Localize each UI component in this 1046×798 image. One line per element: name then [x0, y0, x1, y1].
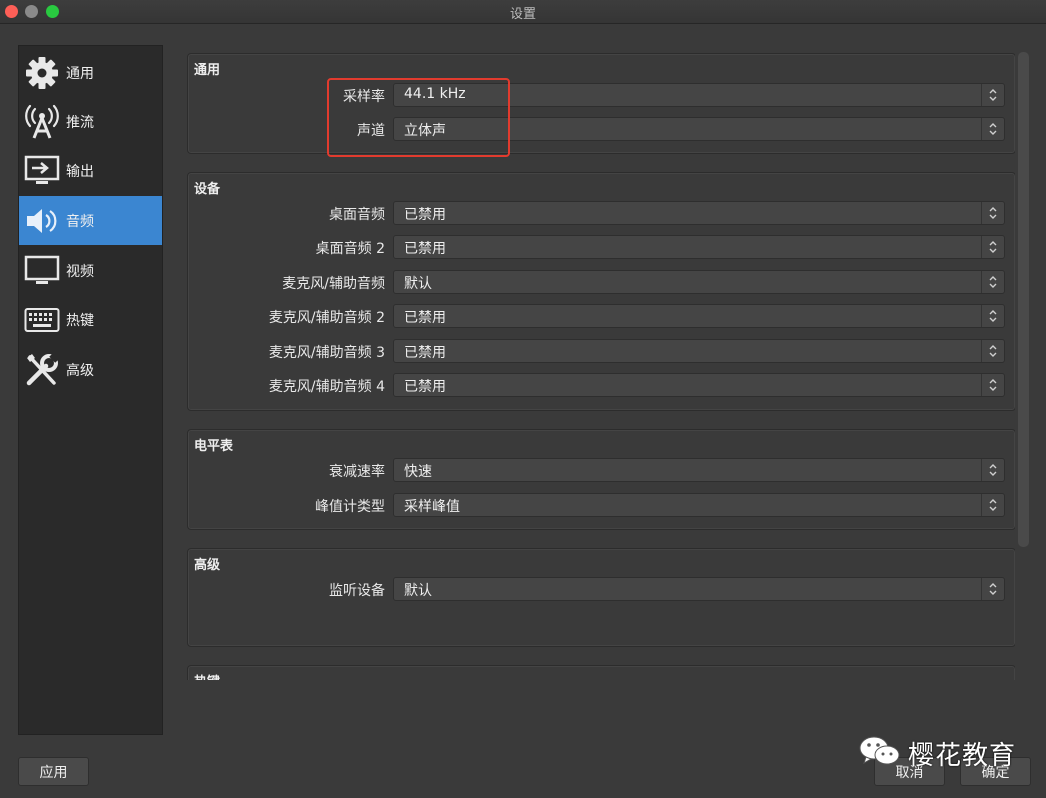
- peak-meter-type-row: 峰值计类型 采样峰值: [188, 493, 1015, 517]
- desktop-audio-2-row: 桌面音频 2 已禁用: [188, 235, 1015, 259]
- monitor-icon: [23, 252, 61, 290]
- devices-group: 设备 桌面音频 已禁用 桌面音频 2 已禁用 麦克风/辅助音频 默认 麦克风/辅…: [187, 172, 1015, 411]
- mic-aux-4-row: 麦克风/辅助音频 4 已禁用: [188, 373, 1015, 397]
- sidebar-item-label: 高级: [66, 362, 94, 379]
- mic-aux-3-row: 麦克风/辅助音频 3 已禁用: [188, 339, 1015, 363]
- general-group: 通用 采样率 44.1 kHz 声道 立体声: [187, 53, 1015, 157]
- updown-chevron-icon: [981, 494, 1004, 516]
- sidebar-item-audio[interactable]: 音频: [19, 196, 162, 245]
- updown-chevron-icon: [981, 305, 1004, 327]
- select-value: 已禁用: [404, 207, 446, 223]
- mic-aux-label: 麦克风/辅助音频: [282, 276, 385, 292]
- select-value: 快速: [404, 464, 432, 480]
- settings-sidebar: 通用 推流 输出 音频 视频 热键 高级: [18, 45, 163, 735]
- watermark-text: 樱花教育: [908, 740, 1017, 771]
- sidebar-item-label: 推流: [66, 114, 94, 131]
- desktop-audio-label: 桌面音频: [329, 207, 385, 223]
- group-title: 通用: [194, 63, 221, 78]
- mic-aux-2-select[interactable]: 已禁用: [393, 304, 1005, 328]
- decay-rate-select[interactable]: 快速: [393, 458, 1005, 482]
- select-value: 采样峰值: [404, 499, 460, 515]
- apply-button[interactable]: 应用: [18, 757, 89, 786]
- updown-chevron-icon: [981, 340, 1004, 362]
- desktop-audio-row: 桌面音频 已禁用: [188, 201, 1015, 225]
- updown-chevron-icon: [981, 84, 1004, 106]
- title-bar: 设置: [0, 0, 1046, 24]
- hotkeys-group: 热键: [187, 665, 1015, 680]
- updown-chevron-icon: [981, 459, 1004, 481]
- wechat-logo-icon: [858, 733, 902, 773]
- monitoring-device-label: 监听设备: [329, 583, 385, 599]
- updown-chevron-icon: [981, 374, 1004, 396]
- sidebar-item-advanced[interactable]: 高级: [19, 345, 162, 394]
- red-highlight-box: [327, 78, 510, 157]
- gear-icon: [23, 54, 61, 92]
- sidebar-item-output[interactable]: 输出: [19, 146, 162, 195]
- updown-chevron-icon: [981, 118, 1004, 140]
- group-title: 设备: [194, 182, 221, 197]
- mic-aux-3-label: 麦克风/辅助音频 3: [268, 345, 385, 361]
- updown-chevron-icon: [981, 271, 1004, 293]
- updown-chevron-icon: [981, 236, 1004, 258]
- meters-group: 电平表 衰减速率 快速 峰值计类型 采样峰值: [187, 429, 1015, 530]
- updown-chevron-icon: [981, 578, 1004, 600]
- sidebar-item-stream[interactable]: 推流: [19, 97, 162, 146]
- peak-meter-type-select[interactable]: 采样峰值: [393, 493, 1005, 517]
- sidebar-item-label: 通用: [66, 65, 94, 82]
- monitoring-device-row: 监听设备 默认: [188, 577, 1015, 601]
- select-value: 默认: [404, 583, 432, 599]
- select-value: 已禁用: [404, 241, 446, 257]
- speaker-icon: [23, 202, 61, 240]
- select-value: 已禁用: [404, 379, 446, 395]
- mic-aux-2-label: 麦克风/辅助音频 2: [268, 310, 385, 326]
- group-title: 高级: [194, 558, 221, 573]
- updown-chevron-icon: [981, 202, 1004, 224]
- output-monitor-icon: [23, 152, 61, 190]
- mic-aux-4-select[interactable]: 已禁用: [393, 373, 1005, 397]
- desktop-audio-select[interactable]: 已禁用: [393, 201, 1005, 225]
- mic-aux-row: 麦克风/辅助音频 默认: [188, 270, 1015, 294]
- vertical-scrollbar[interactable]: [1018, 52, 1029, 547]
- mic-aux-3-select[interactable]: 已禁用: [393, 339, 1005, 363]
- sidebar-item-label: 热键: [66, 312, 94, 329]
- peak-meter-type-label: 峰值计类型: [315, 499, 385, 515]
- group-title: 热键: [194, 671, 220, 680]
- select-value: 默认: [404, 276, 432, 292]
- sidebar-item-general[interactable]: 通用: [19, 48, 162, 97]
- group-title: 电平表: [194, 439, 234, 454]
- monitoring-device-select[interactable]: 默认: [393, 577, 1005, 601]
- tools-icon: [23, 351, 61, 389]
- keyboard-icon: [23, 301, 61, 339]
- sidebar-item-hotkeys[interactable]: 热键: [19, 295, 162, 344]
- decay-rate-row: 衰减速率 快速: [188, 458, 1015, 482]
- mic-aux-4-label: 麦克风/辅助音频 4: [268, 379, 385, 395]
- watermark: 樱花教育: [858, 733, 1016, 773]
- sample-rate-row: 采样率 44.1 kHz: [188, 83, 1015, 107]
- sidebar-item-label: 视频: [66, 263, 94, 280]
- channels-row: 声道 立体声: [188, 117, 1015, 141]
- window-title: 设置: [509, 7, 536, 22]
- select-value: 已禁用: [404, 310, 446, 326]
- desktop-audio-2-select[interactable]: 已禁用: [393, 235, 1005, 259]
- mic-aux-2-row: 麦克风/辅助音频 2 已禁用: [188, 304, 1015, 328]
- advanced-group: 高级 监听设备 默认: [187, 548, 1015, 647]
- sidebar-item-label: 输出: [66, 163, 94, 180]
- sidebar-item-video[interactable]: 视频: [19, 246, 162, 295]
- decay-rate-label: 衰减速率: [329, 464, 385, 480]
- select-value: 已禁用: [404, 345, 446, 361]
- desktop-audio-2-label: 桌面音频 2: [315, 241, 385, 257]
- antenna-icon: [23, 103, 61, 141]
- mic-aux-select[interactable]: 默认: [393, 270, 1005, 294]
- audio-settings-panel: 通用 采样率 44.1 kHz 声道 立体声 设备 桌面音频 已禁用 桌面音频 …: [187, 45, 1015, 680]
- sidebar-item-label: 音频: [66, 213, 94, 230]
